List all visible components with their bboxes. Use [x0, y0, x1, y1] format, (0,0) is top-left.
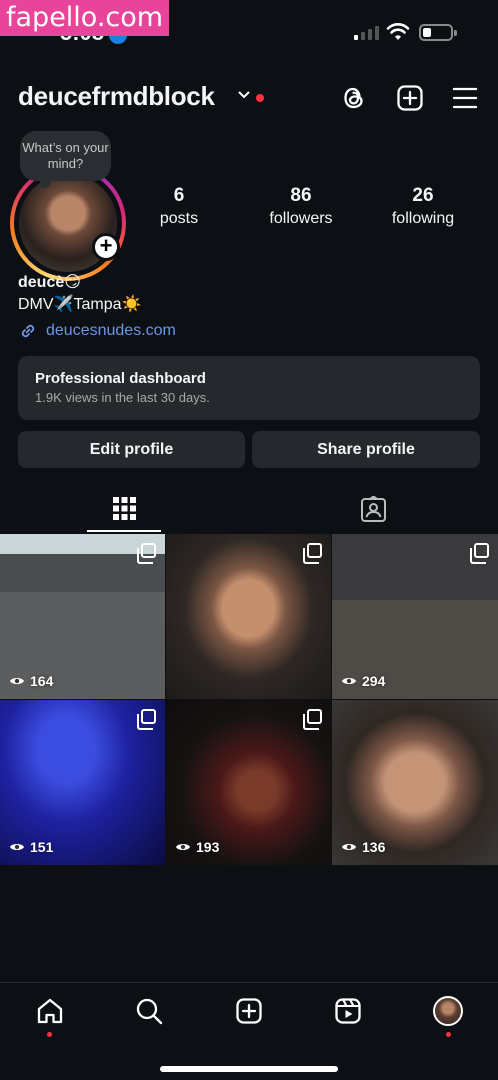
eye-icon	[10, 844, 24, 850]
eye-icon	[176, 844, 190, 850]
post-thumbnail[interactable]: 136	[332, 700, 498, 865]
eye-icon	[10, 678, 24, 684]
search-icon[interactable]	[135, 997, 163, 1025]
bio: deucè😏 DMV✈️Tampa☀️	[18, 272, 141, 316]
view-count: 164	[9, 673, 53, 689]
posts-grid: 164 294 151 193 136	[0, 534, 498, 865]
create-icon[interactable]	[396, 84, 424, 112]
stat-value: 6	[173, 185, 185, 206]
tagged-icon[interactable]	[360, 496, 387, 523]
stat-value: 86	[290, 185, 312, 206]
create-icon[interactable]	[235, 997, 263, 1025]
add-story-plus-icon[interactable]: +	[92, 233, 120, 261]
battery-icon	[419, 24, 457, 41]
profile-header: deucefrmdblock	[0, 76, 498, 120]
view-count-text: 151	[30, 839, 54, 855]
home-notification-dot	[47, 1032, 52, 1037]
display-name: deucè😏	[18, 274, 81, 291]
view-count: 151	[9, 839, 53, 855]
bio-text: DMV✈️Tampa☀️	[18, 296, 142, 313]
post-thumbnail[interactable]: 151	[0, 700, 165, 865]
cellular-signal-icon	[354, 26, 379, 40]
username-switcher[interactable]: deucefrmdblock	[18, 81, 215, 112]
wifi-icon	[386, 23, 410, 40]
share-profile-button[interactable]: Share profile	[252, 431, 480, 468]
note-bubble[interactable]: What’s on your mind?	[20, 131, 111, 188]
stat-following[interactable]: 26 following	[363, 185, 483, 228]
view-count: 136	[341, 839, 385, 855]
stat-posts[interactable]: 6 posts	[119, 185, 239, 228]
view-count: 193	[175, 839, 219, 855]
carousel-icon	[303, 543, 322, 564]
view-count-text: 193	[196, 839, 220, 855]
carousel-icon	[137, 543, 156, 564]
link-text: deucesnudes.com	[46, 322, 176, 339]
home-icon[interactable]	[36, 997, 64, 1025]
profile-picture-ring[interactable]	[10, 165, 126, 281]
profile-avatar[interactable]	[433, 996, 463, 1026]
post-thumbnail[interactable]: 164	[0, 534, 165, 699]
chevron-down-icon[interactable]	[237, 90, 251, 100]
active-tab-indicator	[87, 530, 161, 532]
stat-label: posts	[159, 210, 199, 227]
carousel-icon	[470, 543, 489, 564]
stat-label: following	[391, 210, 455, 227]
watermark: fapello.com	[0, 0, 170, 36]
grid-icon[interactable]	[112, 496, 137, 521]
view-count-text: 136	[362, 839, 386, 855]
eye-icon	[342, 844, 356, 850]
reels-icon[interactable]	[334, 997, 362, 1025]
threads-icon[interactable]	[340, 84, 368, 112]
stat-followers[interactable]: 86 followers	[241, 185, 361, 228]
view-count: 294	[341, 673, 385, 689]
stat-label: followers	[269, 210, 333, 227]
link-icon	[21, 324, 35, 338]
post-thumbnail[interactable]: 294	[332, 534, 498, 699]
post-thumbnail[interactable]	[166, 534, 331, 699]
carousel-icon	[137, 709, 156, 730]
eye-icon	[342, 678, 356, 684]
profile-notification-dot	[446, 1032, 451, 1037]
stat-value: 26	[412, 185, 434, 206]
notification-dot	[256, 94, 264, 102]
dashboard-subtitle: 1.9K views in the last 30 days.	[35, 390, 210, 405]
bio-link[interactable]: deucesnudes.com	[18, 321, 176, 341]
edit-profile-button[interactable]: Edit profile	[18, 431, 245, 468]
view-count-text: 294	[362, 673, 386, 689]
carousel-icon	[303, 709, 322, 730]
menu-icon[interactable]	[452, 84, 478, 112]
dashboard-title: Professional dashboard	[35, 370, 206, 387]
profile-tabs	[0, 490, 498, 532]
view-count-text: 164	[30, 673, 54, 689]
post-thumbnail[interactable]: 193	[166, 700, 331, 865]
home-indicator	[160, 1066, 338, 1072]
professional-dashboard[interactable]: Professional dashboard 1.9K views in the…	[18, 356, 480, 420]
